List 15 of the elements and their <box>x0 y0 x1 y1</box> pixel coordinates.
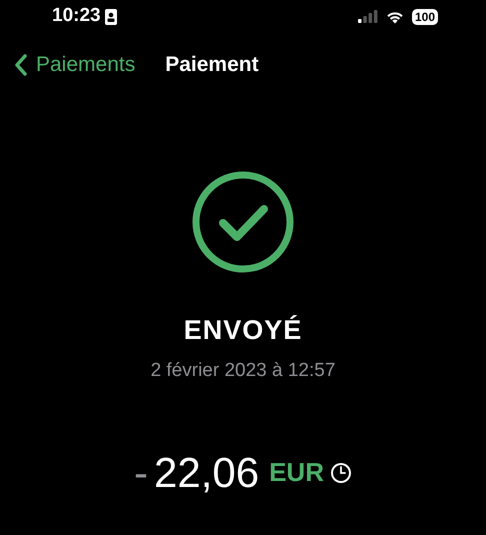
signal-icon <box>358 10 378 23</box>
currency-code: EUR <box>269 456 324 489</box>
clock-icon <box>330 462 352 484</box>
payment-status: ENVOYÉ <box>184 314 302 347</box>
check-circle-icon <box>191 170 295 274</box>
status-time: 10:23 <box>52 4 101 28</box>
back-chevron-icon <box>14 53 28 77</box>
payment-amount: 22,06 <box>154 448 260 498</box>
wifi-icon <box>386 10 404 24</box>
page-title: Paiement <box>165 52 259 78</box>
back-button[interactable]: Paiements <box>14 49 136 81</box>
person-card-icon <box>104 8 117 24</box>
amount-sign: - <box>134 448 148 498</box>
payment-date: 2 février 2023 à 12:57 <box>150 358 336 382</box>
battery-level: 100 <box>412 8 438 24</box>
